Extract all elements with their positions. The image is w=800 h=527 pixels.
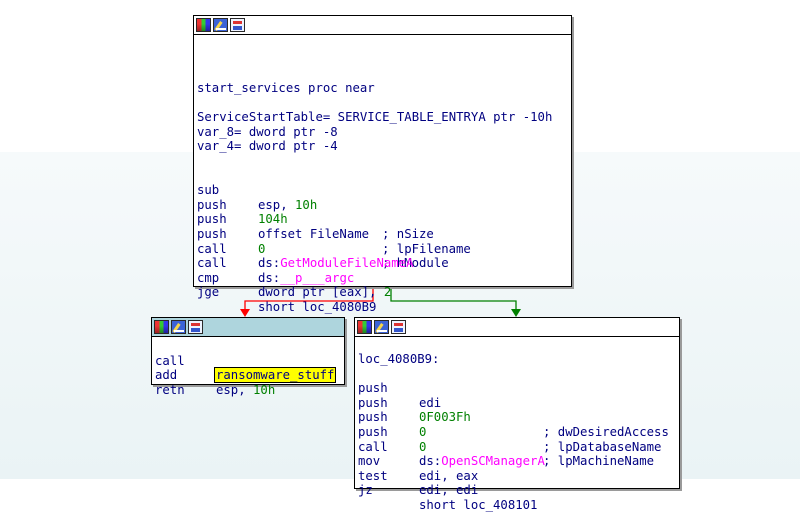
location-label[interactable]: loc_4080B9: xyxy=(358,352,679,367)
color-palette-icon[interactable] xyxy=(357,320,372,334)
graph-overview-icon[interactable] xyxy=(230,18,245,32)
color-palette-icon[interactable] xyxy=(196,18,211,32)
node-header xyxy=(152,318,344,337)
instruction-line[interactable]: call ransomware_stuff xyxy=(155,339,344,384)
var-definition[interactable]: var_8= dword ptr -8 xyxy=(197,125,571,140)
ransomware-call-node[interactable]: call ransomware_stuff add esp, 10h retn xyxy=(151,317,345,397)
var-definition[interactable]: var_4= dword ptr -4 xyxy=(197,139,571,154)
proc-declaration[interactable]: start_services proc near xyxy=(197,81,571,96)
start-services-node[interactable]: start_services proc near ServiceStartTab… xyxy=(193,15,572,314)
false-branch-arrow xyxy=(240,309,250,317)
instruction-line[interactable]: push edi xyxy=(358,367,679,410)
node-header xyxy=(194,16,571,35)
rename-node-icon[interactable] xyxy=(171,320,186,334)
rename-node-icon[interactable] xyxy=(213,18,228,32)
graph-overview-icon[interactable] xyxy=(391,320,406,334)
instruction-line[interactable]: push offset FileName ; lpFilename xyxy=(197,198,571,255)
instruction-line[interactable]: jz short loc_408101 xyxy=(358,469,679,512)
operand: dword ptr [eax], 2 xyxy=(258,285,392,300)
instruction-line[interactable]: cmp dword ptr [eax], 2 xyxy=(197,256,571,300)
jump-target[interactable]: short loc_4080B9 xyxy=(258,300,376,315)
var-definition[interactable]: ServiceStartTable= SERVICE_TABLE_ENTRYA … xyxy=(197,110,571,125)
instruction-line[interactable]: test edi, edi xyxy=(358,454,679,498)
instruction-line[interactable]: call ds:__p___argc xyxy=(197,242,571,285)
instruction-line[interactable]: jge short loc_4080B9 xyxy=(197,271,571,314)
loc-4080b9-node[interactable]: loc_4080B9: push edi push 0F003Fh ; dwDe… xyxy=(354,317,680,512)
mnemonic: jge xyxy=(197,285,220,300)
rename-node-icon[interactable] xyxy=(374,320,389,334)
instruction-line[interactable]: push 0 ; hModule xyxy=(197,212,571,270)
true-branch-edge xyxy=(390,287,517,313)
instruction-line[interactable]: retn xyxy=(155,368,344,397)
graph-overview-icon[interactable] xyxy=(188,320,203,334)
mnemonic: retn xyxy=(155,382,185,397)
instruction-line[interactable]: call ds:OpenSCManagerA xyxy=(358,425,679,469)
instruction-line[interactable]: add esp, 10h xyxy=(155,354,344,397)
true-branch-arrow xyxy=(511,309,521,317)
node-header xyxy=(355,318,679,337)
instruction-line[interactable]: call ds:GetModuleFileNameA xyxy=(197,227,571,271)
color-palette-icon[interactable] xyxy=(154,320,169,334)
instruction-line[interactable]: push 0 ; lpMachineName xyxy=(358,410,679,468)
instruction-line[interactable]: sub esp, 10h xyxy=(197,169,571,212)
instruction-line[interactable]: push 104h ; nSize xyxy=(197,183,571,241)
instruction-line[interactable]: push 0F003Fh ; dwDesiredAccess xyxy=(358,381,679,439)
operand: edi, edi xyxy=(419,483,479,498)
instruction-line[interactable]: push 0 ; lpDatabaseName xyxy=(358,396,679,453)
mnemonic: jz xyxy=(358,483,373,498)
jump-target[interactable]: short loc_408101 xyxy=(419,498,537,513)
instruction-line[interactable]: mov edi, eax xyxy=(358,440,679,483)
operand: esp, 10h xyxy=(216,382,276,397)
